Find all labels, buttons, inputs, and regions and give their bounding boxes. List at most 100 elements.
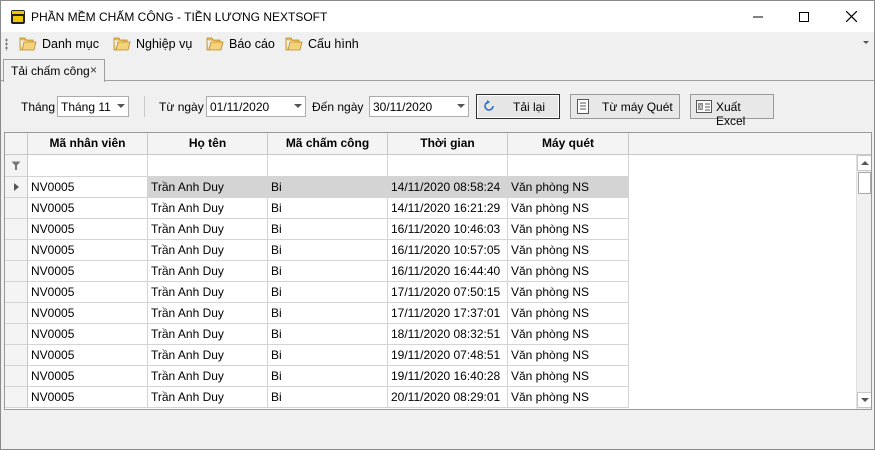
- cell-time[interactable]: 19/11/2020 07:48:51: [388, 345, 508, 366]
- cell-time[interactable]: 18/11/2020 08:32:51: [388, 324, 508, 345]
- cell-time[interactable]: 16/11/2020 16:44:40: [388, 261, 508, 282]
- cell-scanner[interactable]: Văn phòng NS: [508, 303, 629, 324]
- table-row[interactable]: NV0005 Trần Anh Duy Bi 19/11/2020 16:40:28 V…: [5, 366, 629, 387]
- column-header-full-name[interactable]: Họ tên: [148, 133, 268, 155]
- row-indicator-cell[interactable]: [5, 261, 28, 282]
- row-indicator-cell[interactable]: [5, 177, 28, 198]
- cell-time[interactable]: 14/11/2020 08:58:24: [388, 177, 508, 198]
- filter-cell-scanner[interactable]: [508, 155, 629, 177]
- row-indicator-cell[interactable]: [5, 198, 28, 219]
- cell-full-name[interactable]: Trần Anh Duy: [148, 324, 268, 345]
- close-window-button[interactable]: [828, 1, 874, 32]
- cell-scanner[interactable]: Văn phòng NS: [508, 324, 629, 345]
- from-machine-button[interactable]: Từ máy Quét: [570, 94, 680, 119]
- cell-employee-id[interactable]: NV0005: [28, 303, 148, 324]
- cell-time[interactable]: 20/11/2020 08:29:01: [388, 387, 508, 408]
- column-header-time[interactable]: Thời gian: [388, 133, 508, 155]
- cell-employee-id[interactable]: NV0005: [28, 219, 148, 240]
- row-indicator-cell[interactable]: [5, 387, 28, 408]
- row-indicator-cell[interactable]: [5, 282, 28, 303]
- cell-full-name[interactable]: Trần Anh Duy: [148, 387, 268, 408]
- cell-full-name[interactable]: Trần Anh Duy: [148, 198, 268, 219]
- table-row[interactable]: NV0005 Trần Anh Duy Bi 14/11/2020 16:21:29 V…: [5, 198, 629, 219]
- minimize-button[interactable]: [735, 1, 781, 32]
- row-indicator-cell[interactable]: [5, 324, 28, 345]
- table-row[interactable]: NV0005 Trần Anh Duy Bi 20/11/2020 08:29:01 V…: [5, 387, 629, 408]
- menu-overflow-icon[interactable]: [862, 38, 870, 46]
- filter-cell-attendance-code[interactable]: [268, 155, 388, 177]
- cell-scanner[interactable]: Văn phòng NS: [508, 261, 629, 282]
- cell-time[interactable]: 17/11/2020 17:37:01: [388, 303, 508, 324]
- export-excel-button[interactable]: X Xuất Excel: [690, 94, 774, 128]
- table-row[interactable]: NV0005 Trần Anh Duy Bi 14/11/2020 08:58:24 V…: [5, 177, 629, 198]
- cell-attendance-code[interactable]: Bi: [268, 324, 388, 345]
- cell-employee-id[interactable]: NV0005: [28, 282, 148, 303]
- cell-full-name[interactable]: Trần Anh Duy: [148, 282, 268, 303]
- cell-time[interactable]: 16/11/2020 10:57:05: [388, 240, 508, 261]
- cell-attendance-code[interactable]: Bi: [268, 261, 388, 282]
- cell-scanner[interactable]: Văn phòng NS: [508, 177, 629, 198]
- cell-scanner[interactable]: Văn phòng NS: [508, 345, 629, 366]
- cell-employee-id[interactable]: NV0005: [28, 324, 148, 345]
- cell-employee-id[interactable]: NV0005: [28, 198, 148, 219]
- cell-attendance-code[interactable]: Bi: [268, 366, 388, 387]
- filter-icon[interactable]: [11, 161, 21, 171]
- cell-employee-id[interactable]: NV0005: [28, 345, 148, 366]
- scroll-down-button[interactable]: [857, 392, 871, 408]
- tab-close-icon[interactable]: ×: [90, 63, 97, 77]
- menu-bao-cao[interactable]: Báo cáo: [206, 34, 275, 54]
- row-indicator-cell[interactable]: [5, 366, 28, 387]
- filter-cell-time[interactable]: [388, 155, 508, 177]
- menu-danh-muc[interactable]: Danh mục: [19, 34, 99, 54]
- scroll-thumb[interactable]: [858, 172, 871, 194]
- toolbar-grip[interactable]: [5, 38, 8, 51]
- cell-employee-id[interactable]: NV0005: [28, 366, 148, 387]
- cell-attendance-code[interactable]: Bi: [268, 387, 388, 408]
- cell-scanner[interactable]: Văn phòng NS: [508, 282, 629, 303]
- menu-nghiep-vu[interactable]: Nghiệp vụ: [113, 34, 192, 54]
- cell-employee-id[interactable]: NV0005: [28, 177, 148, 198]
- row-indicator-cell[interactable]: [5, 219, 28, 240]
- cell-employee-id[interactable]: NV0005: [28, 261, 148, 282]
- cell-attendance-code[interactable]: Bi: [268, 177, 388, 198]
- table-row[interactable]: NV0005 Trần Anh Duy Bi 18/11/2020 08:32:51 V…: [5, 324, 629, 345]
- column-header-scanner[interactable]: Máy quét: [508, 133, 629, 155]
- cell-full-name[interactable]: Trần Anh Duy: [148, 240, 268, 261]
- cell-scanner[interactable]: Văn phòng NS: [508, 366, 629, 387]
- filter-cell-full-name[interactable]: [148, 155, 268, 177]
- cell-time[interactable]: 19/11/2020 16:40:28: [388, 366, 508, 387]
- cell-employee-id[interactable]: NV0005: [28, 240, 148, 261]
- cell-time[interactable]: 16/11/2020 10:46:03: [388, 219, 508, 240]
- column-header-employee-id[interactable]: Mã nhân viên: [28, 133, 148, 155]
- cell-full-name[interactable]: Trần Anh Duy: [148, 219, 268, 240]
- maximize-button[interactable]: [781, 1, 827, 32]
- month-select[interactable]: Tháng 11: [57, 96, 129, 117]
- filter-cell-employee-id[interactable]: [28, 155, 148, 177]
- vertical-scrollbar[interactable]: [856, 155, 871, 409]
- table-row[interactable]: NV0005 Trần Anh Duy Bi 17/11/2020 07:50:15 V…: [5, 282, 629, 303]
- table-row[interactable]: NV0005 Trần Anh Duy Bi 16/11/2020 10:57:05 V…: [5, 240, 629, 261]
- cell-attendance-code[interactable]: Bi: [268, 303, 388, 324]
- reload-button[interactable]: Tải lại: [476, 94, 560, 119]
- cell-scanner[interactable]: Văn phòng NS: [508, 387, 629, 408]
- cell-scanner[interactable]: Văn phòng NS: [508, 240, 629, 261]
- cell-time[interactable]: 17/11/2020 07:50:15: [388, 282, 508, 303]
- cell-scanner[interactable]: Văn phòng NS: [508, 219, 629, 240]
- cell-full-name[interactable]: Trần Anh Duy: [148, 303, 268, 324]
- cell-attendance-code[interactable]: Bi: [268, 219, 388, 240]
- table-row[interactable]: NV0005 Trần Anh Duy Bi 19/11/2020 07:48:51 V…: [5, 345, 629, 366]
- row-indicator-cell[interactable]: [5, 240, 28, 261]
- cell-scanner[interactable]: Văn phòng NS: [508, 198, 629, 219]
- cell-full-name[interactable]: Trần Anh Duy: [148, 366, 268, 387]
- cell-full-name[interactable]: Trần Anh Duy: [148, 345, 268, 366]
- table-row[interactable]: NV0005 Trần Anh Duy Bi 17/11/2020 17:37:01 V…: [5, 303, 629, 324]
- cell-full-name[interactable]: Trần Anh Duy: [148, 261, 268, 282]
- cell-attendance-code[interactable]: Bi: [268, 240, 388, 261]
- menu-cau-hinh[interactable]: Cấu hình: [285, 34, 359, 54]
- table-row[interactable]: NV0005 Trần Anh Duy Bi 16/11/2020 16:44:40 V…: [5, 261, 629, 282]
- cell-attendance-code[interactable]: Bi: [268, 282, 388, 303]
- tab-tai-cham-cong[interactable]: Tải chấm công ×: [3, 59, 105, 82]
- row-indicator-cell[interactable]: [5, 303, 28, 324]
- table-row[interactable]: NV0005 Trần Anh Duy Bi 16/11/2020 10:46:03 V…: [5, 219, 629, 240]
- cell-employee-id[interactable]: NV0005: [28, 387, 148, 408]
